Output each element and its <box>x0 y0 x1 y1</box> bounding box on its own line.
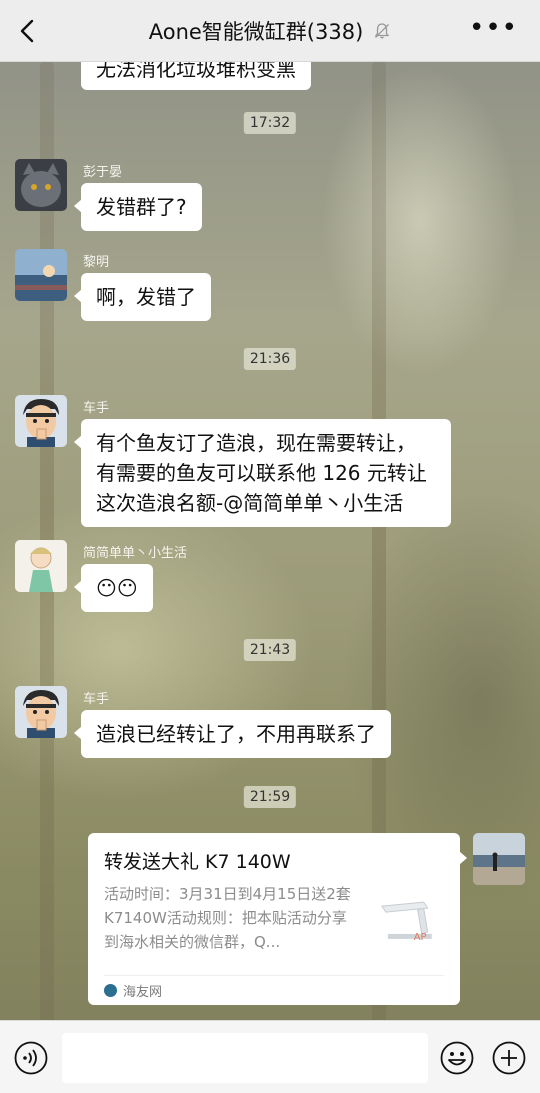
my-avatar[interactable] <box>473 833 525 885</box>
voice-input-icon[interactable] <box>14 1041 48 1075</box>
sender-name: 车手 <box>83 692 110 707</box>
chat-title: Aone智能微缸群(338) <box>149 16 392 46</box>
input-bar <box>0 1020 540 1093</box>
link-card[interactable]: 转发送大礼 K7 140W 活动时间：3月31日到4月15日送2套K7140W活… <box>88 833 467 1005</box>
chat-area[interactable]: 无法消化垃圾堆积变黑 17:32 彭于晏 发错群了? 黎明 啊，发错了 21:3… <box>0 62 540 1020</box>
product-thumbnail-icon: AP <box>372 888 444 960</box>
emoji-icon[interactable] <box>440 1041 474 1075</box>
card-description: 活动时间：3月31日到4月15日送2套K7140W活动规则：把本贴活动分享到海水… <box>104 885 351 951</box>
avatar[interactable] <box>15 249 67 301</box>
timestamp: 17:32 <box>243 112 297 134</box>
plus-icon[interactable] <box>492 1041 526 1075</box>
timestamp: 21:43 <box>243 639 297 661</box>
svg-text:AP: AP <box>414 932 427 943</box>
message-text: 无法消化垃圾堆积变黑 <box>96 62 296 81</box>
more-options-icon[interactable]: ••• <box>469 15 518 41</box>
avatar[interactable] <box>15 395 67 447</box>
message-line: 有需要的鱼友可以联系他 126 元转让 <box>96 461 427 485</box>
sender-name: 彭于晏 <box>83 165 123 180</box>
avatar[interactable] <box>15 540 67 592</box>
card-title: 转发送大礼 K7 140W <box>104 851 291 873</box>
message-line: 这次造浪名额-@简简单单丶小生活 <box>96 491 404 515</box>
top-bar: Aone智能微缸群(338) ••• <box>0 0 540 62</box>
emoji-text: 😶😶 <box>96 576 138 600</box>
message-input[interactable] <box>62 1033 428 1083</box>
avatar[interactable] <box>15 159 67 211</box>
sender-name: 简简单单丶小生活 <box>83 546 188 561</box>
message-line: 有个鱼友订了造浪，现在需要转让， <box>96 431 416 455</box>
message-bubble[interactable]: 造浪已经转让了，不用再联系了 <box>74 710 391 758</box>
message-text: 发错群了? <box>96 195 187 219</box>
source-name: 海友网 <box>123 985 163 1000</box>
sender-name: 黎明 <box>83 255 110 270</box>
message-bubble[interactable]: 发错群了? <box>74 183 202 231</box>
sender-name: 车手 <box>83 401 110 416</box>
back-arrow-icon[interactable] <box>14 16 44 46</box>
group-name: Aone智能微缸群(338) <box>148 19 364 44</box>
message-bubble[interactable]: 无法消化垃圾堆积变黑 <box>81 62 311 90</box>
timestamp: 21:59 <box>243 786 297 808</box>
mute-bell-icon <box>374 22 390 38</box>
message-text: 造浪已经转让了，不用再联系了 <box>96 722 376 746</box>
message-bubble[interactable]: 啊，发错了 <box>74 273 211 321</box>
source-logo-icon <box>104 984 117 997</box>
avatar[interactable] <box>15 686 67 738</box>
timestamp: 21:36 <box>243 348 297 370</box>
message-bubble[interactable]: 有个鱼友订了造浪，现在需要转让， 有需要的鱼友可以联系他 126 元转让 这次造… <box>74 419 451 527</box>
card-source: 海友网 <box>104 975 444 1005</box>
message-bubble[interactable]: 😶😶 <box>74 564 153 612</box>
message-text: 啊，发错了 <box>96 285 196 309</box>
